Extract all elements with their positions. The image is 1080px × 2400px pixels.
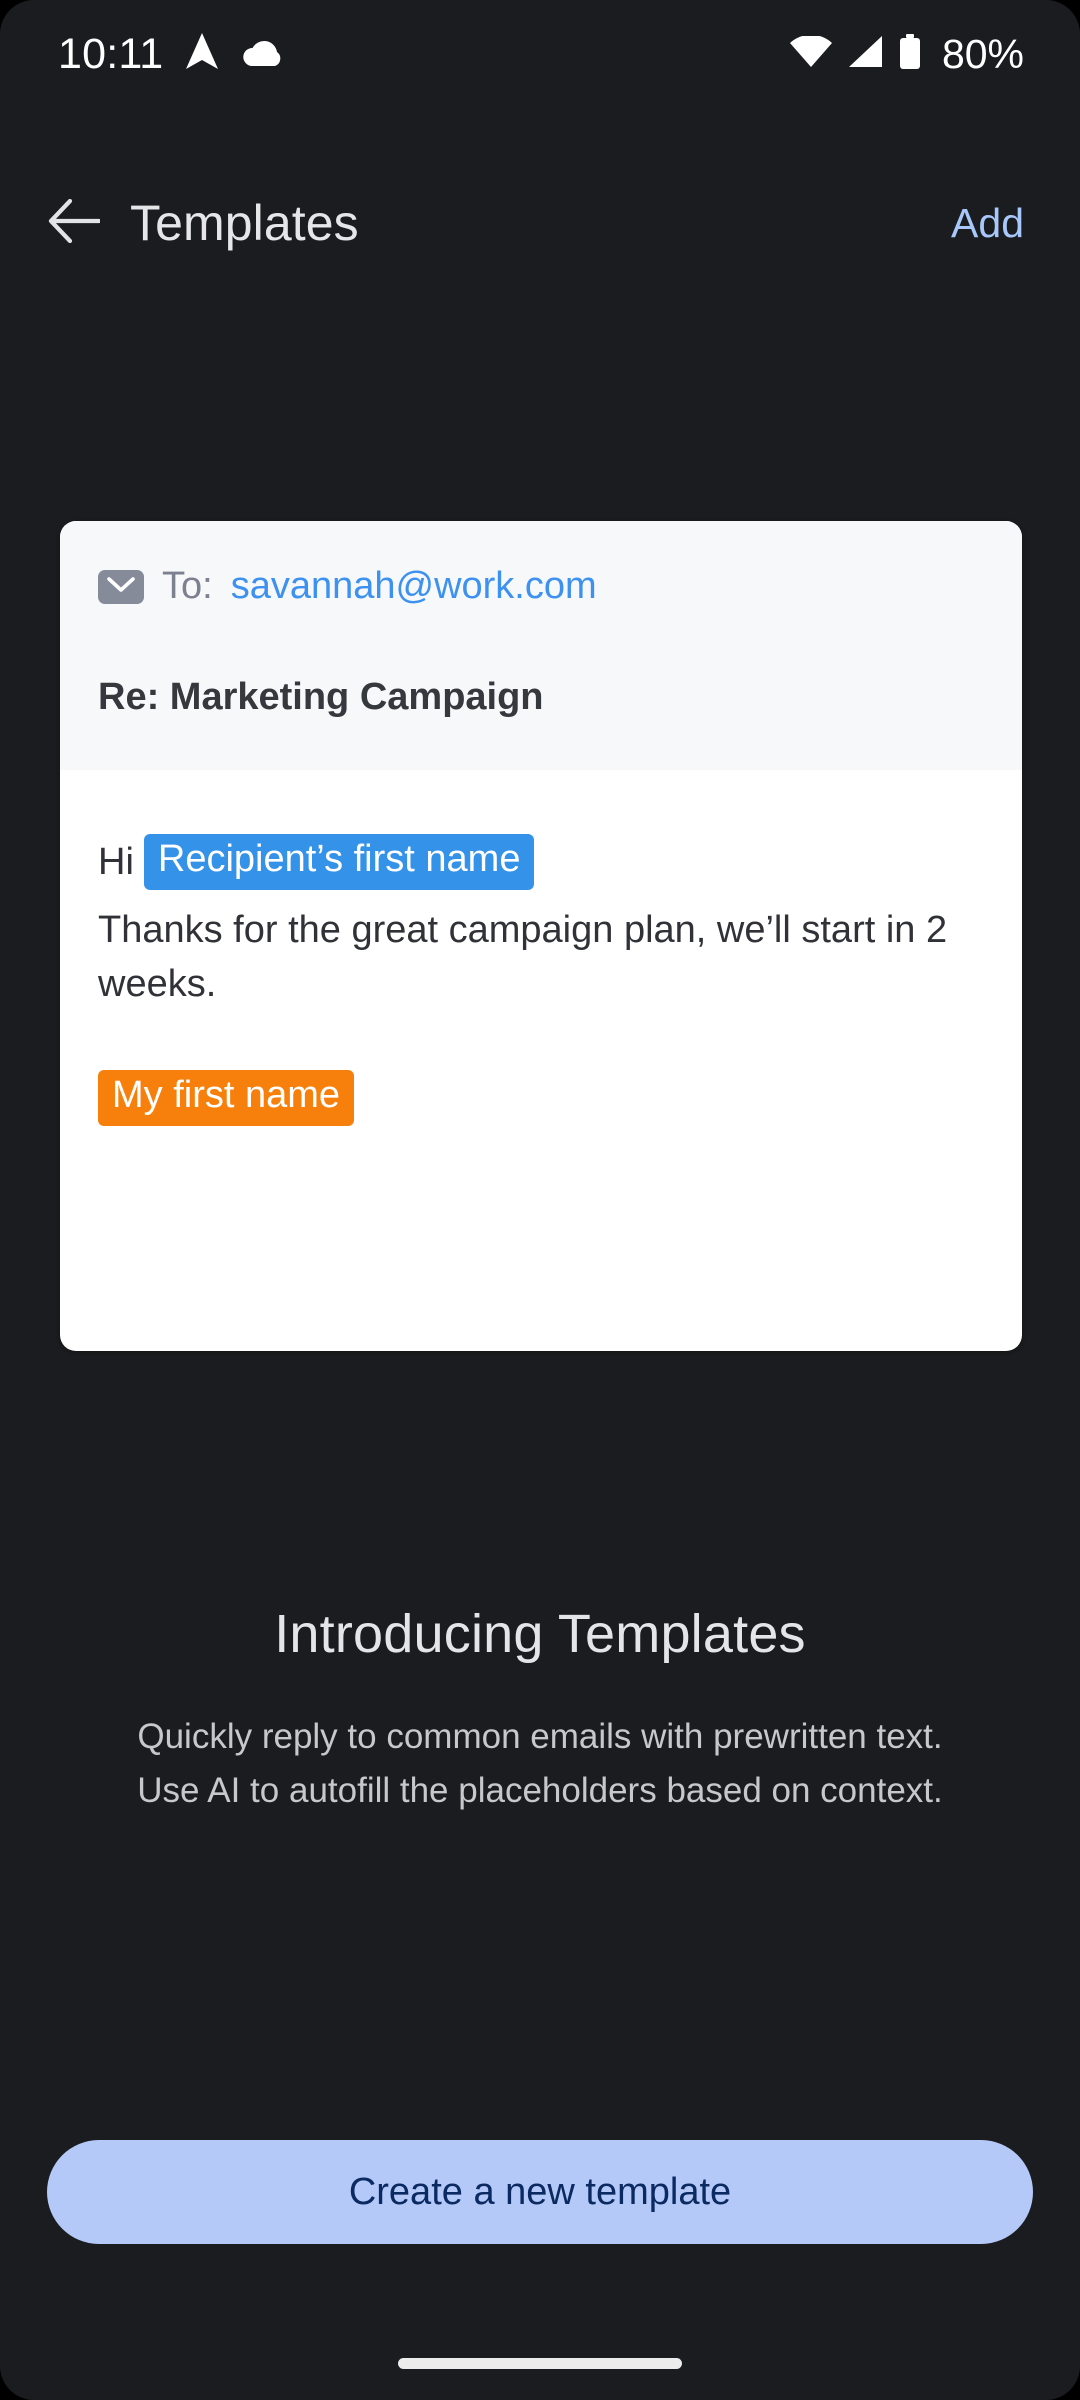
hero-title: Introducing Templates — [274, 1604, 806, 1664]
page-title: Templates — [130, 195, 359, 251]
navigation-arrow-icon — [185, 32, 219, 76]
cell-signal-icon — [846, 35, 884, 73]
to-label: To: — [162, 565, 213, 607]
hero-description: Quickly reply to common emails with prew… — [137, 1717, 943, 1811]
placeholder-chip-sender[interactable]: My first name — [98, 1069, 355, 1126]
recipient-email: savannah@work.com — [230, 565, 597, 607]
template-card-body: Hi Recipient’s first name Thanks for the… — [60, 770, 1022, 1126]
phone-screen: 10:11 80% Templates Add To: savannah@wor… — [0, 0, 1080, 2400]
recipient-row: To: savannah@work.com — [98, 565, 984, 608]
template-subject: Re: Marketing Campaign — [98, 676, 544, 718]
battery-icon — [898, 33, 922, 75]
home-indicator[interactable] — [398, 2358, 682, 2369]
placeholder-chip-recipient[interactable]: Recipient’s first name — [143, 834, 535, 890]
create-new-template-button[interactable]: Create a new template — [47, 2140, 1033, 2244]
app-bar: Templates Add — [0, 158, 1080, 288]
back-button[interactable] — [26, 175, 122, 271]
template-preview-card[interactable]: To: savannah@work.com Re: Marketing Camp… — [60, 521, 1022, 1351]
status-bar: 10:11 80% — [0, 0, 1080, 108]
greeting-line: Hi Recipient’s first name — [98, 834, 984, 890]
status-clock: 10:11 — [58, 29, 164, 78]
status-bar-right: 80% — [789, 30, 1024, 78]
greeting-text: Hi — [98, 840, 134, 883]
template-card-header: To: savannah@work.com Re: Marketing Camp… — [60, 521, 1022, 770]
envelope-icon — [98, 569, 144, 604]
battery-percent-label: 80% — [941, 30, 1024, 77]
wifi-icon — [789, 34, 832, 73]
cloud-icon — [241, 37, 285, 72]
template-body-text: Thanks for the great campaign plan, we’l… — [98, 908, 948, 1005]
status-bar-left: 10:11 — [58, 30, 285, 79]
add-template-button[interactable]: Add — [941, 186, 1034, 261]
back-arrow-icon — [48, 198, 102, 248]
